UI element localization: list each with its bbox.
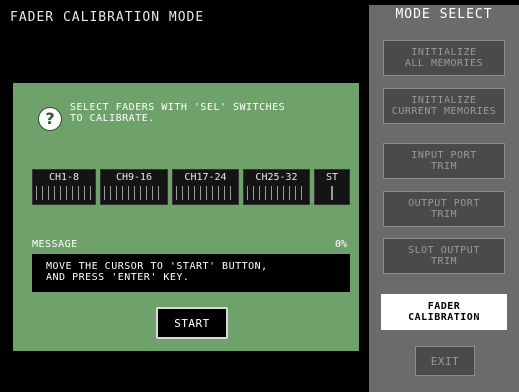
message-text: MOVE THE CURSOR TO 'START' BUTTON, AND P…	[46, 261, 268, 283]
fader-ticks	[247, 186, 306, 200]
instruction-text: SELECT FADERS WITH 'SEL' SWITCHES TO CAL…	[70, 102, 286, 124]
slot-output-trim-button[interactable]: SLOT OUTPUT TRIM	[383, 238, 505, 274]
fader-group-st[interactable]: ST	[314, 169, 350, 205]
fader-group-label: ST	[325, 172, 339, 183]
input-port-trim-button[interactable]: INPUT PORT TRIM	[383, 143, 505, 179]
fader-group-ch1-8[interactable]: CH1-8	[32, 169, 96, 205]
fader-ticks	[331, 186, 333, 200]
fader-group-label: CH17-24	[184, 172, 227, 183]
output-port-trim-button[interactable]: OUTPUT PORT TRIM	[383, 191, 505, 227]
message-label: MESSAGE	[32, 239, 78, 250]
fader-calibration-button[interactable]: FADER CALIBRATION	[381, 294, 507, 330]
initialize-current-memories-button[interactable]: INITIALIZE CURRENT MEMORIES	[383, 88, 505, 124]
fader-calibration-screen: FADER CALIBRATION MODE ? SELECT FADERS W…	[0, 0, 519, 392]
fader-group-label: CH1-8	[48, 172, 80, 183]
fader-group-strip: CH1-8 CH9-16 CH17-24 CH25-32 ST	[32, 169, 350, 205]
fader-group-ch17-24[interactable]: CH17-24	[172, 169, 239, 205]
initialize-all-memories-button[interactable]: INITIALIZE ALL MEMORIES	[383, 40, 505, 76]
calibration-dialog: ? SELECT FADERS WITH 'SEL' SWITCHES TO C…	[13, 83, 359, 351]
page-title: FADER CALIBRATION MODE	[10, 10, 205, 25]
fader-group-label: CH9-16	[115, 172, 153, 183]
progress-percent: 0%	[334, 239, 347, 250]
fader-ticks	[104, 186, 164, 200]
message-box: MOVE THE CURSOR TO 'START' BUTTON, AND P…	[32, 254, 350, 292]
exit-button[interactable]: EXIT	[415, 346, 475, 376]
start-button[interactable]: START	[156, 307, 228, 339]
fader-ticks	[36, 186, 92, 200]
mode-select-panel: MODE SELECT INITIALIZE ALL MEMORIES INIT…	[369, 5, 519, 392]
fader-group-ch9-16[interactable]: CH9-16	[100, 169, 168, 205]
mode-select-title: MODE SELECT	[395, 7, 493, 22]
fader-group-label: CH25-32	[255, 172, 298, 183]
fader-group-ch25-32[interactable]: CH25-32	[243, 169, 310, 205]
fader-ticks	[176, 186, 235, 200]
question-icon: ?	[38, 107, 62, 131]
